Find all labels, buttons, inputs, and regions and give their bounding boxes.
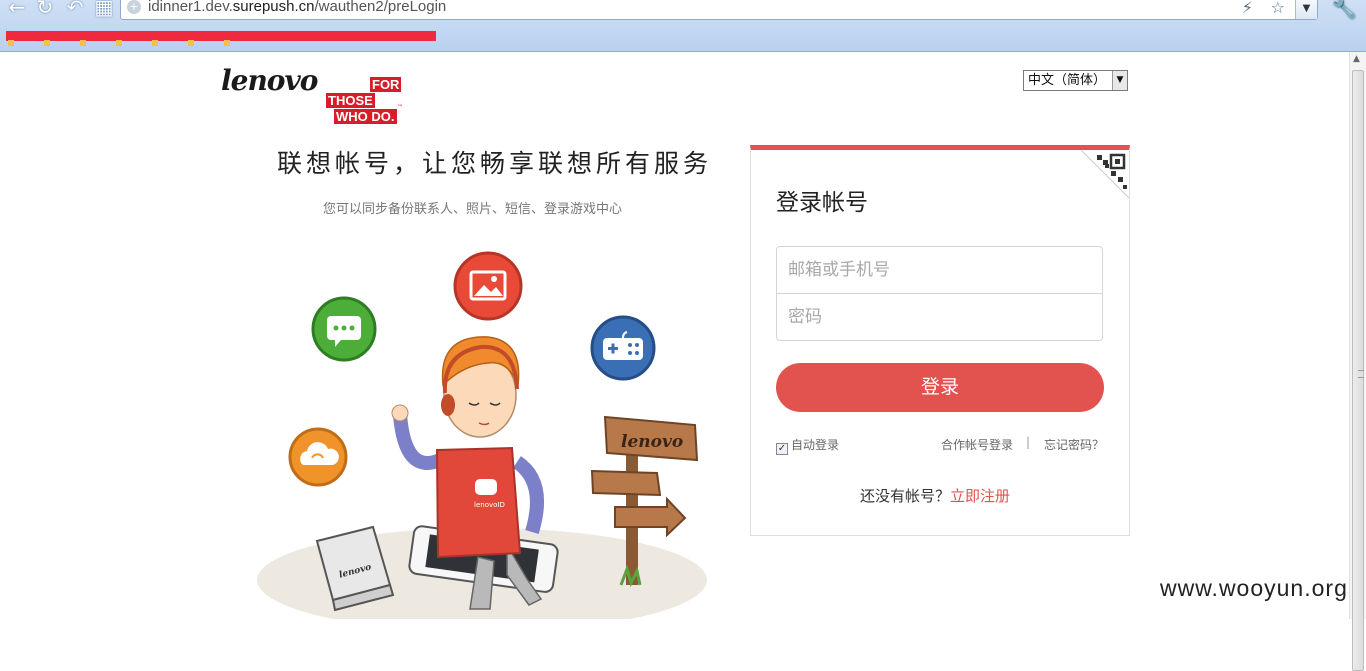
login-panel: 登录帐号 邮箱或手机号 密码 登录 ✓ 自动登录 合作帐号登录 | 忘记密码？ 还… <box>750 145 1130 536</box>
undo-icon[interactable]: ↶ <box>64 0 86 18</box>
bookmarks-bar <box>0 22 1366 50</box>
watermark-text: www.wooyun.org <box>1160 575 1348 601</box>
star-icon[interactable]: ☆ <box>1271 0 1285 17</box>
register-row: 还没有帐号？立即注册 <box>860 485 1010 506</box>
trademark-mark: ™ <box>397 104 403 111</box>
login-title: 登录帐号 <box>776 190 868 216</box>
scroll-up-icon[interactable]: ▲ <box>1353 54 1360 64</box>
chevron-down-icon[interactable]: ▼ <box>1112 71 1127 90</box>
apps-icon[interactable]: ▦ <box>93 0 115 18</box>
login-button[interactable]: 登录 <box>776 363 1104 412</box>
logo-tag-whodo: WHO DO. <box>334 109 397 124</box>
photo-icon <box>453 251 523 321</box>
link-separator: | <box>1026 435 1031 449</box>
reload-icon[interactable]: ↻ <box>34 0 56 18</box>
lenovo-logo: lenovo FOR THOSE WHO DO. ™ <box>221 64 411 128</box>
back-icon[interactable]: ← <box>6 0 28 18</box>
auto-login-label: 自动登录 <box>791 438 840 452</box>
language-select[interactable]: 中文（简体） ▼ <box>1023 70 1128 91</box>
forgot-password-link[interactable]: 忘记密码？ <box>1044 436 1104 453</box>
address-bar[interactable]: + idinner1.dev.surepush.cn/wauthen2/preL… <box>120 0 1318 20</box>
cloud-sync-icon <box>288 427 348 487</box>
logo-wordmark: lenovo <box>221 64 318 97</box>
qr-code-icon[interactable] <box>1081 150 1129 198</box>
partner-login-link[interactable]: 合作帐号登录 <box>941 436 1013 453</box>
hero-subtitle: 您可以同步备份联系人、照片、短信、登录游戏中心 <box>323 202 623 217</box>
page-icon: + <box>127 0 141 14</box>
svg-text:lenovo: lenovo <box>621 432 683 452</box>
auto-login-option[interactable]: ✓ 自动登录 <box>776 436 839 455</box>
lightning-icon[interactable]: ⚡ <box>1242 0 1253 17</box>
logo-tag-for: FOR <box>370 77 402 92</box>
logo-tag-those: THOSE <box>326 93 375 108</box>
gamepad-icon <box>590 315 656 381</box>
svg-text:lenovoID: lenovoID <box>474 501 505 509</box>
auto-login-checkbox[interactable]: ✓ <box>776 443 788 455</box>
password-input[interactable]: 密码 <box>776 293 1103 341</box>
vertical-scrollbar[interactable]: ▲ <box>1349 52 1366 671</box>
wrench-icon[interactable]: 🔧 <box>1332 0 1357 20</box>
register-link[interactable]: 立即注册 <box>950 487 1010 505</box>
language-selected: 中文（简体） <box>1028 73 1107 88</box>
chevron-down-icon[interactable]: ▼ <box>1295 0 1317 19</box>
hero-slogan: 联想帐号，让您畅享联想所有服务 <box>277 149 713 178</box>
url-text[interactable]: idinner1.dev.surepush.cn/wauthen2/preLog… <box>148 0 446 15</box>
hero-illustration: lenovo lenovo lenovoID <box>257 251 707 619</box>
redacted-bookmarks <box>6 31 436 46</box>
browser-toolbar: ← ↻ ↶ ▦ + idinner1.dev.surepush.cn/wauth… <box>0 0 1366 52</box>
scroll-thumb[interactable] <box>1352 70 1364 671</box>
no-account-text: 还没有帐号？ <box>860 487 951 505</box>
chat-icon <box>311 296 377 362</box>
account-input[interactable]: 邮箱或手机号 <box>776 246 1103 294</box>
